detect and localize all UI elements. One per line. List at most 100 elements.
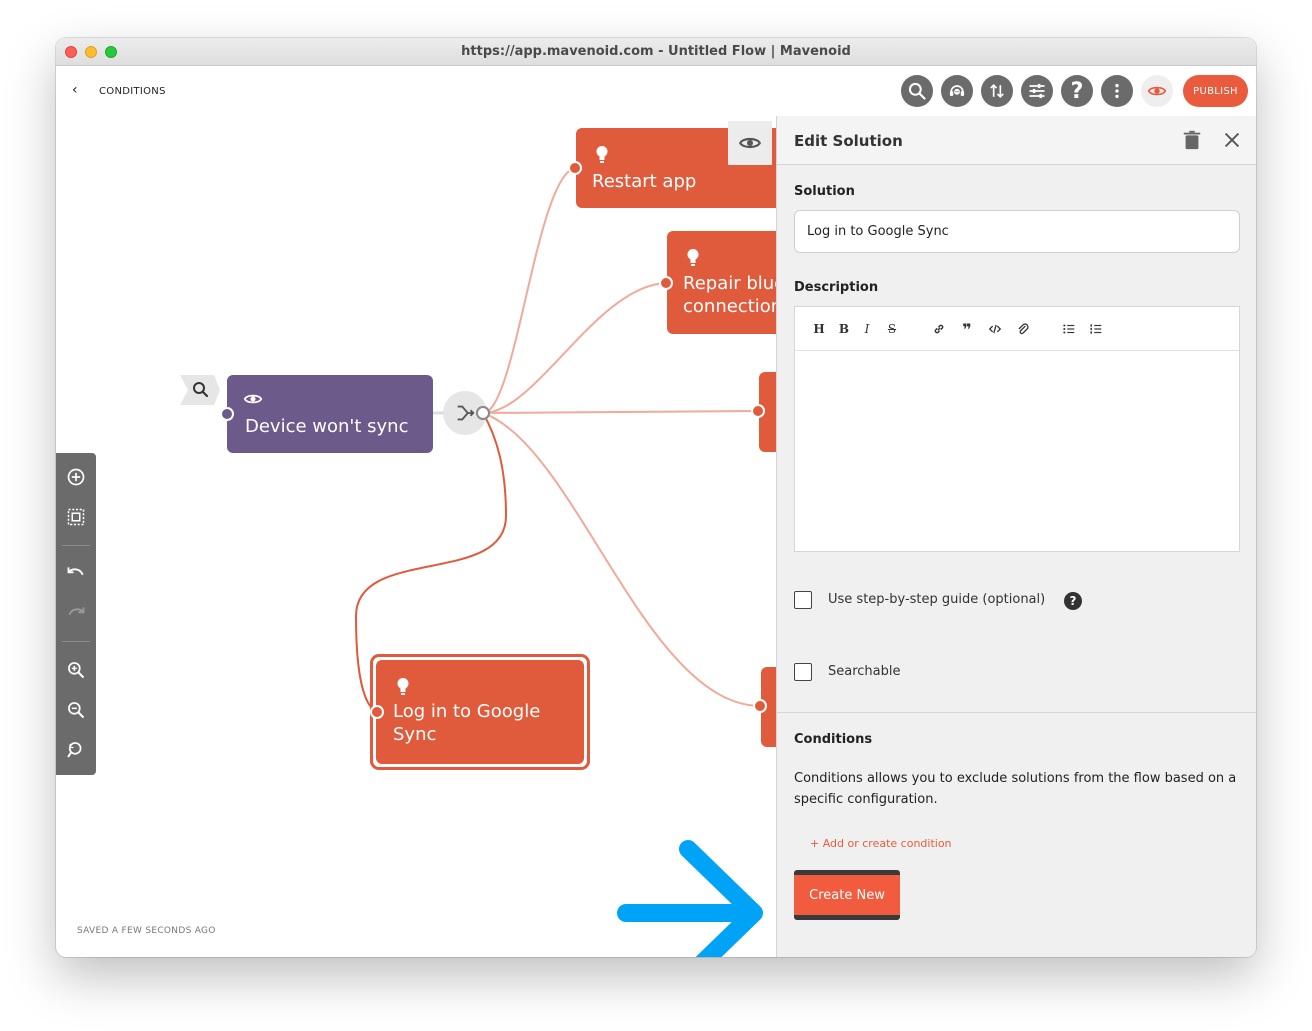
create-new-label: Create New (794, 875, 900, 915)
step-guide-checkbox[interactable] (794, 591, 812, 609)
panel-header: Edit Solution (777, 116, 1256, 165)
save-status: SAVED A FEW SECONDS AGO (77, 926, 216, 936)
repair-node-label-line2: connection (683, 296, 783, 317)
search-button[interactable] (901, 75, 933, 107)
help-icon[interactable]: ? (1064, 592, 1082, 610)
quote-button[interactable]: ❞ (958, 320, 976, 339)
link-button[interactable] (930, 320, 948, 338)
lightbulb-icon (596, 146, 608, 163)
searchable-label: Searchable (828, 664, 901, 679)
support-agent-button[interactable] (941, 75, 973, 107)
restart-node-label: Restart app (592, 171, 697, 192)
edit-solution-panel: Edit Solution Solution Log in to Google … (776, 116, 1256, 957)
add-circle-icon (67, 468, 85, 486)
connection-restart (482, 167, 576, 414)
settings-sliders-button[interactable] (1021, 75, 1053, 107)
start-node-port[interactable] (220, 407, 234, 421)
search-icon (908, 82, 926, 100)
editor-toolbar: H B I S ❞ (795, 307, 1239, 351)
eye-icon (244, 394, 262, 404)
conditions-description: Conditions allows you to exclude solutio… (794, 771, 1237, 807)
undo-button[interactable] (64, 562, 88, 586)
add-node-button[interactable] (64, 465, 88, 489)
solution-label: Solution (794, 184, 855, 199)
google-node-label-line1: Log in to Google (393, 701, 541, 722)
zoom-out-button[interactable] (64, 698, 88, 722)
searchable-checkbox[interactable] (794, 663, 812, 681)
zoom-in-button[interactable] (64, 658, 88, 682)
bold-button[interactable]: B (835, 320, 853, 338)
numbered-list-button[interactable] (1087, 320, 1105, 338)
connection-repair (482, 282, 667, 414)
step-guide-label: Use step-by-step guide (optional) (828, 592, 1046, 607)
sort-icon (990, 83, 1004, 99)
zoom-reset-icon (67, 742, 82, 758)
node-preview-toggle[interactable] (728, 121, 772, 165)
close-icon (1224, 132, 1240, 148)
attachment-button[interactable] (1014, 320, 1032, 338)
description-label: Description (794, 280, 879, 295)
start-node-label: Device won't sync (245, 416, 409, 437)
back-button[interactable]: ‹ (72, 82, 78, 98)
strikethrough-button[interactable]: S (883, 320, 901, 338)
branch-output-port[interactable] (476, 406, 490, 420)
section-divider (777, 712, 1256, 713)
more-vertical-icon (1115, 83, 1119, 99)
zoom-in-icon (68, 662, 85, 679)
code-button[interactable] (986, 320, 1004, 338)
lower-node-port[interactable] (753, 699, 767, 713)
close-panel-button[interactable] (1221, 129, 1243, 151)
merge-branch-icon (457, 405, 475, 421)
start-node[interactable]: Device won't sync (227, 375, 433, 453)
code-icon (988, 324, 1002, 334)
link-icon (934, 324, 944, 334)
solution-node-google-sync[interactable]: Log in to Google Sync (376, 660, 584, 764)
sort-button[interactable] (981, 75, 1013, 107)
publish-button[interactable]: PUBLISH (1183, 75, 1248, 107)
google-node-label-line2: Sync (393, 724, 437, 745)
delete-button[interactable] (1181, 129, 1203, 151)
repair-node-port[interactable] (659, 276, 673, 290)
redo-icon (68, 607, 85, 616)
solution-input[interactable]: Log in to Google Sync (794, 210, 1240, 253)
window-title: https://app.mavenoid.com - Untitled Flow… (461, 44, 851, 59)
sliders-icon (1029, 83, 1045, 99)
eye-icon (1147, 86, 1167, 96)
add-condition-link[interactable]: + Add or create condition (810, 837, 952, 850)
conditions-label: Conditions (794, 732, 873, 747)
numbered-list-icon (1090, 324, 1102, 334)
preview-button[interactable] (1141, 75, 1173, 107)
trash-icon (1183, 130, 1201, 150)
undo-icon (67, 567, 84, 576)
restart-node-port[interactable] (568, 161, 582, 175)
lightbulb-icon (687, 249, 699, 266)
help-button[interactable]: ? (1061, 75, 1093, 107)
repair-node-label-line1: Repair blue (683, 273, 786, 294)
help-icon: ? (1070, 78, 1084, 104)
select-area-button[interactable] (64, 505, 88, 529)
attachment-icon (1018, 323, 1029, 335)
create-new-button[interactable]: Create New (794, 870, 900, 920)
select-area-icon (67, 508, 85, 526)
middle-node-port[interactable] (751, 404, 765, 418)
lightbulb-icon (397, 678, 409, 695)
zoom-reset-button[interactable] (64, 738, 88, 762)
google-node-port[interactable] (370, 705, 384, 719)
entry-search-tag[interactable] (180, 375, 220, 405)
heading-button[interactable]: H (810, 320, 828, 338)
flow-canvas[interactable]: Device won't sync Restart app Repair blu… (56, 116, 807, 957)
page-title: CONDITIONS (99, 86, 166, 97)
eye-icon (739, 137, 761, 149)
zoom-out-icon (68, 702, 85, 719)
italic-button[interactable]: I (858, 320, 876, 338)
browser-window: https://app.mavenoid.com - Untitled Flow… (56, 38, 1256, 957)
bullet-list-button[interactable] (1060, 320, 1078, 338)
redo-button[interactable] (64, 602, 88, 626)
annotation-arrow (617, 840, 763, 957)
more-menu-button[interactable] (1101, 75, 1133, 107)
panel-title: Edit Solution (794, 132, 903, 150)
canvas-toolbar (56, 453, 96, 775)
connection-middle (482, 410, 759, 414)
bullet-list-icon (1063, 324, 1075, 334)
description-editor[interactable]: H B I S ❞ (794, 306, 1240, 552)
